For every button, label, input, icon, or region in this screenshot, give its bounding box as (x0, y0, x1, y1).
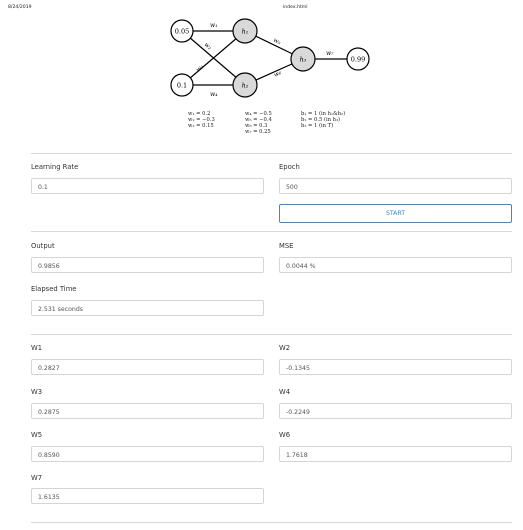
output-label: Output (31, 242, 55, 250)
initial-weights-col2: w₄ = −0.5 w₅ = −0.4 w₆ = 0.3 w₇ = 0.25 (245, 111, 272, 135)
neural-network-diagram: w₁ w₂ w₃ w₄ w₅ w₆ w₇ 0.05 0.1 h₁ h₂ h₃ 0… (170, 18, 370, 98)
epoch-label: Epoch (279, 163, 300, 171)
initial-weights-col1: w₁ = 0.2 w₂ = −0.3 w₃ = 0.15 (188, 111, 215, 129)
learning-rate-label: Learning Rate (31, 163, 79, 171)
initial-biases: b₁ = 1 (in h₁&h₂) b₂ = 0.5 (in h₃) b₃ = … (301, 111, 345, 129)
w5-label: W5 (31, 431, 43, 439)
w2-label: W2 (279, 344, 291, 352)
w4-field[interactable]: -0.2249 (279, 403, 512, 419)
print-date: 8/24/2019 (8, 5, 32, 10)
hidden-node-h1-label: h₁ (242, 28, 249, 36)
w6-field[interactable]: 1.7618 (279, 446, 512, 462)
w3-label: W3 (31, 388, 43, 396)
start-button[interactable]: START (279, 204, 512, 223)
edge-label-w4: w₄ (210, 91, 218, 98)
learning-rate-input[interactable]: 0.1 (31, 178, 264, 194)
w1-field[interactable]: 0.2827 (31, 359, 264, 375)
w5-field[interactable]: 0.8590 (31, 446, 264, 462)
hidden-node-h3-label: h₃ (300, 56, 307, 64)
output-node-label: 0.99 (351, 56, 365, 64)
weight-w3-initial: w₃ = 0.15 (188, 123, 214, 129)
edge-label-w7: w₇ (326, 50, 334, 57)
weight-w7-initial: w₇ = 0.25 (245, 129, 271, 135)
epoch-input[interactable]: 500 (279, 178, 512, 194)
divider (31, 522, 512, 523)
w1-label: W1 (31, 344, 43, 352)
hidden-node-h2-label: h₂ (242, 82, 249, 90)
w2-field[interactable]: -0.1345 (279, 359, 512, 375)
edge-label-w6: w₆ (273, 69, 283, 79)
print-filename: index.html (283, 5, 308, 10)
elapsed-time-label: Elapsed Time (31, 285, 77, 293)
divider (31, 231, 512, 232)
edge-label-w1: w₁ (210, 22, 218, 29)
mse-field[interactable]: 0.0044 % (279, 257, 512, 273)
w7-field[interactable]: 1.6135 (31, 488, 264, 504)
input-node-1-label: 0.05 (175, 28, 189, 36)
w6-label: W6 (279, 431, 291, 439)
w4-label: W4 (279, 388, 291, 396)
divider (31, 153, 512, 154)
w3-field[interactable]: 0.2875 (31, 403, 264, 419)
divider (31, 334, 512, 335)
w7-label: W7 (31, 474, 43, 482)
output-field[interactable]: 0.9856 (31, 257, 264, 273)
elapsed-time-field[interactable]: 2.531 seconds (31, 300, 264, 316)
mse-label: MSE (279, 242, 294, 250)
bias-b3: b₃ = 1 (in T) (301, 123, 334, 129)
input-node-2-label: 0.1 (177, 82, 187, 90)
